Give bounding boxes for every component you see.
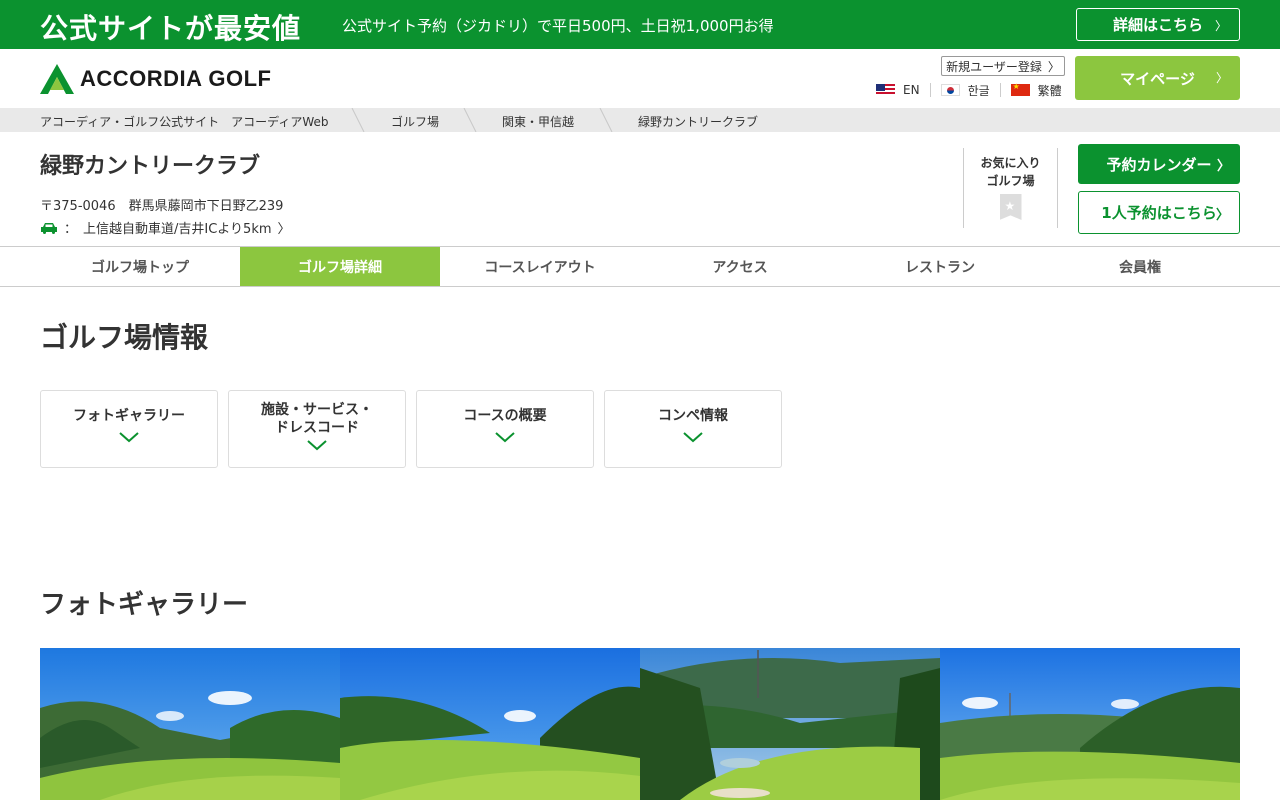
- anchor-card-course-overview[interactable]: コースの概要: [416, 390, 594, 468]
- course-address: 〒375-0046 群馬県藤岡市下日野乙239: [40, 199, 284, 214]
- promo-details-label: 詳細はこちら: [1112, 16, 1203, 34]
- register-label: 新規ユーザー登録: [946, 59, 1042, 74]
- breadcrumb-item[interactable]: アコーディア・ゴルフ公式サイト アコーディアWeb: [40, 113, 328, 130]
- lang-ko[interactable]: 한글: [931, 83, 1001, 98]
- gallery-photo[interactable]: [640, 648, 940, 800]
- anchor-card-competition[interactable]: コンペ情報: [604, 390, 782, 468]
- gallery-photo[interactable]: [40, 648, 340, 800]
- lang-en[interactable]: EN: [876, 83, 931, 97]
- breadcrumb-separator: [351, 108, 365, 132]
- chevron-right-icon: 〉: [1215, 208, 1229, 223]
- breadcrumb-item[interactable]: 関東・甲信越: [502, 113, 574, 130]
- cn-flag-icon: [1010, 82, 1030, 96]
- gallery-title: フォトギャラリー: [40, 590, 249, 620]
- tab-golf-details[interactable]: ゴルフ場詳細: [240, 247, 440, 286]
- accordia-logo[interactable]: ACCORDIA GOLF: [40, 64, 271, 94]
- chevron-down-icon: [119, 432, 139, 443]
- language-switcher: EN 한글 繁體: [876, 82, 1062, 98]
- gallery-photo[interactable]: [340, 648, 640, 800]
- fav-label-line2: ゴルフ場: [986, 174, 1035, 188]
- course-tabs: ゴルフ場トップ ゴルフ場詳細 コースレイアウト アクセス レストラン 会員権: [0, 246, 1280, 287]
- us-flag-icon: [876, 84, 895, 96]
- tab-course-layout[interactable]: コースレイアウト: [440, 247, 640, 286]
- mypage-label: マイページ: [1120, 69, 1195, 88]
- solo-reservation-button[interactable]: 1人予約はこちら 〉: [1078, 191, 1240, 234]
- card-label: コースの概要: [463, 408, 547, 424]
- gallery-photo[interactable]: [940, 648, 1240, 800]
- chevron-right-icon: 〉: [1214, 19, 1227, 33]
- car-icon: [41, 222, 57, 234]
- card-label: 施設・サービス・ ドレスコード: [261, 402, 373, 436]
- chevron-right-icon: 〉: [1047, 59, 1060, 74]
- promo-details-button[interactable]: 詳細はこちら 〉: [1076, 8, 1240, 41]
- breadcrumb-separator: [599, 108, 613, 132]
- lang-label: EN: [903, 83, 920, 97]
- reservation-calendar-button[interactable]: 予約カレンダー 〉: [1078, 144, 1240, 184]
- promo-title: 公式サイトが最安値: [40, 12, 302, 45]
- anchor-card-facilities[interactable]: 施設・サービス・ ドレスコード: [228, 390, 406, 468]
- section-title: ゴルフ場情報: [40, 321, 209, 354]
- accordia-logo-icon: [40, 64, 74, 94]
- chevron-right-icon: 〉: [1215, 71, 1228, 85]
- tab-access[interactable]: アクセス: [640, 247, 840, 286]
- chevron-down-icon: [495, 432, 515, 443]
- tab-restaurant[interactable]: レストラン: [840, 247, 1040, 286]
- chevron-down-icon: [307, 440, 327, 451]
- promo-banner: 公式サイトが最安値 公式サイト予約（ジカドリ）で平日500円、土日祝1,000円…: [0, 0, 1280, 49]
- tab-membership[interactable]: 会員権: [1040, 247, 1240, 286]
- mypage-button[interactable]: マイページ 〉: [1075, 56, 1240, 100]
- fav-label-line1: お気に入り: [980, 156, 1041, 170]
- lang-label: 한글: [967, 83, 990, 98]
- breadcrumb-separator: [463, 108, 477, 132]
- promo-text: 公式サイト予約（ジカドリ）で平日500円、土日祝1,000円お得: [342, 17, 774, 35]
- logo-text: ACCORDIA GOLF: [80, 66, 272, 91]
- solo-label: 1人予約はこちら: [1101, 204, 1217, 222]
- chevron-down-icon: [683, 432, 703, 443]
- breadcrumb: アコーディア・ゴルフ公式サイト アコーディアWeb ゴルフ場 関東・甲信越 緑野…: [0, 108, 1280, 132]
- register-link[interactable]: 新規ユーザー登録 〉: [941, 56, 1065, 76]
- anchor-card-photo-gallery[interactable]: フォトギャラリー: [40, 390, 218, 468]
- kr-flag-icon: [940, 84, 960, 96]
- access-separator: ：: [64, 222, 78, 237]
- bookmark-star-icon: [999, 194, 1022, 220]
- lang-zh[interactable]: 繁體: [1001, 82, 1062, 98]
- chevron-right-icon: 〉: [1216, 159, 1230, 174]
- lang-label: 繁體: [1037, 83, 1062, 98]
- course-access-link[interactable]: ： 上信越自動車道/吉井ICより5km 〉: [40, 218, 291, 237]
- breadcrumb-current: 緑野カントリークラブ: [638, 115, 759, 129]
- course-name: 緑野カントリークラブ: [40, 154, 261, 179]
- tab-golf-top[interactable]: ゴルフ場トップ: [40, 247, 240, 286]
- calendar-label: 予約カレンダー: [1106, 155, 1212, 174]
- card-label: コンペ情報: [658, 408, 728, 424]
- card-label: フォトギャラリー: [73, 408, 185, 424]
- chevron-right-icon: 〉: [277, 222, 291, 237]
- access-text: 上信越自動車道/吉井ICより5km: [83, 222, 272, 237]
- favorite-course-button[interactable]: お気に入り ゴルフ場: [963, 148, 1058, 228]
- breadcrumb-item[interactable]: ゴルフ場: [391, 113, 439, 130]
- photo-gallery: [40, 648, 1240, 800]
